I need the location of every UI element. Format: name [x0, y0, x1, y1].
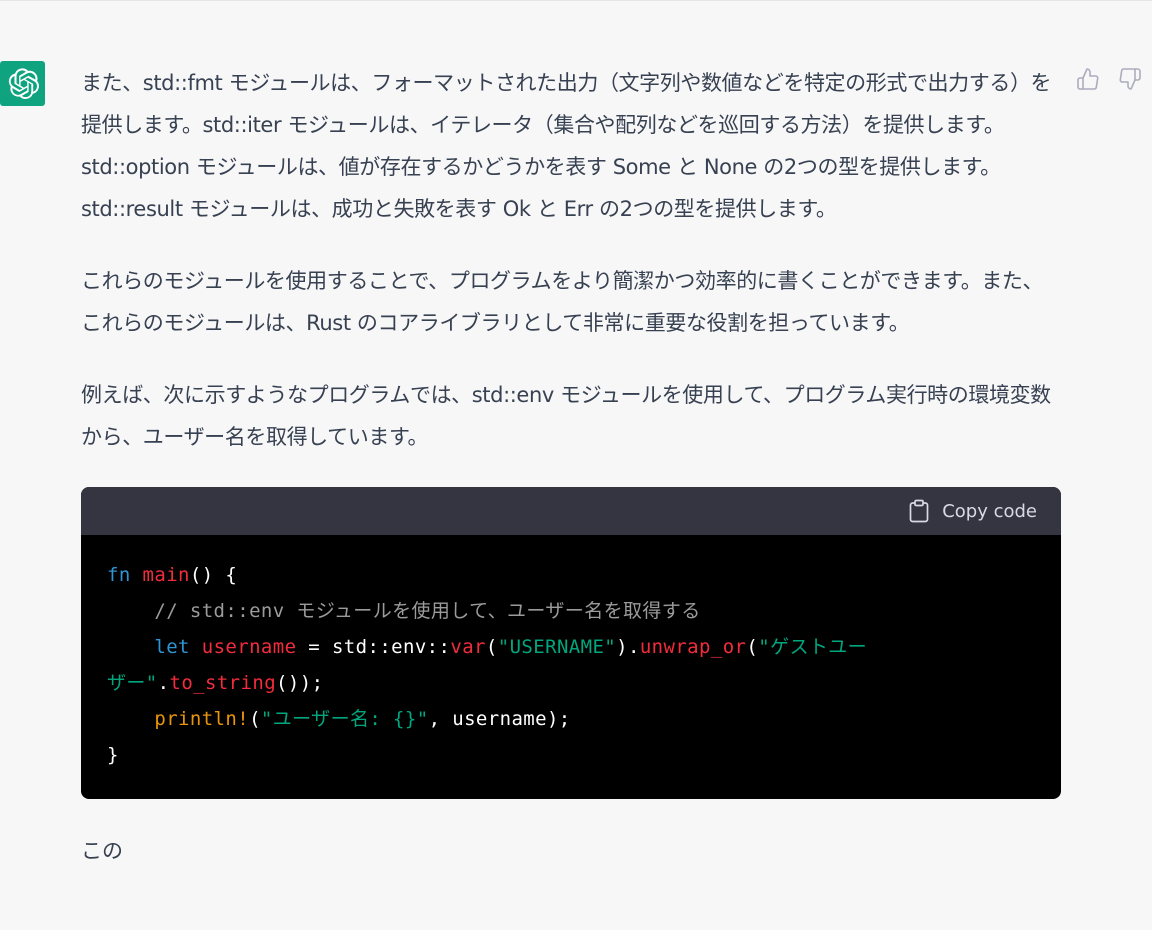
code-comment: // std::env モジュールを使用して、ユーザー名を取得する	[154, 600, 701, 622]
copy-code-button[interactable]: Copy code	[908, 499, 1037, 523]
code-token: ).	[616, 636, 640, 658]
top-divider	[0, 0, 1152, 1]
code-string: ザー"	[107, 672, 158, 694]
code-token: () {	[189, 564, 238, 586]
code-content: fn main() { // std::env モジュールを使用して、ユーザー名…	[81, 535, 1061, 773]
clipboard-icon	[909, 499, 929, 523]
code-token: unwrap_or	[639, 636, 747, 658]
code-string: "ユーザー名: {}"	[260, 708, 429, 730]
code-token: var	[450, 636, 486, 658]
message-paragraph-2: これらのモジュールを使用することで、プログラムをより簡潔かつ効率的に書くことがで…	[81, 269, 1044, 335]
code-token: to_string	[169, 672, 277, 694]
assistant-avatar	[0, 61, 45, 106]
code-token: let	[154, 636, 190, 658]
code-token: (	[746, 636, 759, 658]
thumbs-up-button[interactable]	[1076, 66, 1100, 92]
thumbs-down-button[interactable]	[1118, 66, 1142, 92]
thumbs-down-icon	[1119, 68, 1141, 90]
code-token: fn	[107, 564, 131, 586]
code-token: = std::env::	[296, 636, 451, 658]
code-token: ());	[276, 672, 324, 694]
code-token: username	[201, 636, 297, 658]
message-trailing-text: この	[81, 839, 123, 863]
code-token: }	[107, 744, 119, 766]
code-token: println!	[154, 708, 250, 730]
code-string: "USERNAME"	[497, 636, 617, 658]
message-paragraph-1: また、std::fmt モジュールは、フォーマットされた出力（文字列や数値などを…	[81, 71, 1052, 221]
code-token: , username);	[428, 708, 571, 730]
code-token: main	[142, 564, 190, 586]
assistant-message: また、std::fmt モジュールは、フォーマットされた出力（文字列や数値などを…	[81, 62, 1061, 458]
code-block: Copy code fn main() { // std::env モジュールを…	[81, 487, 1061, 799]
openai-logo-icon	[8, 67, 39, 99]
feedback-buttons	[1076, 66, 1142, 92]
code-token: (	[249, 708, 261, 730]
thumbs-up-icon	[1077, 68, 1099, 90]
code-block-header: Copy code	[81, 487, 1061, 535]
code-string: "ゲストユー	[758, 636, 868, 658]
message-paragraph-3: 例えば、次に示すようなプログラムでは、std::env モジュールを使用して、プ…	[81, 383, 1051, 449]
code-token: .	[157, 672, 170, 694]
code-token: (	[485, 636, 498, 658]
copy-code-label: Copy code	[942, 500, 1037, 522]
